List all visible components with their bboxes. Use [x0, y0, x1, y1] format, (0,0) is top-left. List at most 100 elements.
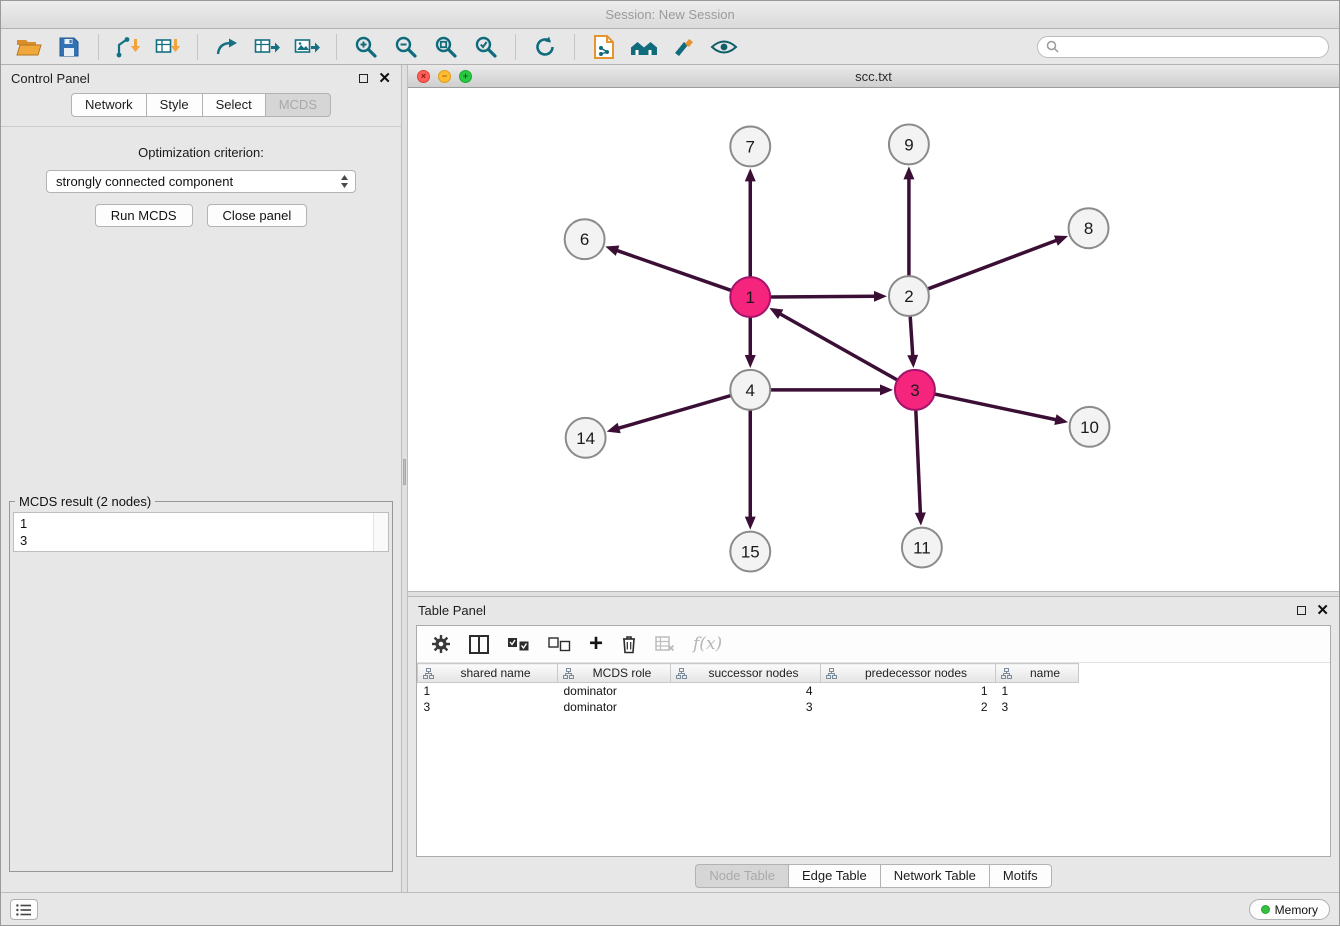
control-panel-title: Control Panel [11, 71, 90, 86]
column-header-successor-nodes[interactable]: successor nodes [671, 664, 821, 683]
network-canvas[interactable]: 7968124314101511 [408, 88, 1339, 591]
column-header-label: MCDS role [593, 666, 652, 680]
control-panel-tabs: NetworkStyleSelectMCDS [1, 91, 401, 127]
memory-button[interactable]: Memory [1249, 899, 1330, 920]
tab-network[interactable]: Network [71, 93, 147, 117]
edge-arrowhead-icon [1054, 235, 1068, 245]
criterion-select[interactable]: strongly connected component [46, 170, 356, 193]
maximize-window-icon[interactable]: + [459, 70, 472, 83]
graph-edge-1-2[interactable] [771, 296, 876, 297]
add-column-icon[interactable]: + [589, 634, 603, 654]
search-box[interactable] [1037, 36, 1329, 58]
table-cell: 1 [996, 683, 1079, 699]
edge-arrowhead-icon [907, 355, 918, 368]
graph-edge-3-1[interactable] [779, 313, 897, 379]
table-scroll-area[interactable]: shared name MCDS role successor nodes prede… [417, 663, 1330, 856]
tab-select[interactable]: Select [202, 93, 266, 117]
sort-icon [423, 668, 434, 682]
import-network-icon[interactable] [110, 32, 146, 62]
table-panel: Table Panel ✕ [408, 597, 1339, 892]
mcds-result-box: MCDS result (2 nodes) 13 [9, 494, 393, 872]
zoom-out-icon[interactable] [388, 32, 424, 62]
search-input[interactable] [1064, 40, 1320, 54]
edge-arrowhead-icon [745, 355, 756, 368]
memory-status-icon [1261, 905, 1270, 914]
sort-icon [563, 668, 574, 682]
table-cell: 4 [671, 683, 821, 699]
network-area: × − + scc.txt 7968124314101511 Table Pan… [408, 65, 1339, 892]
splitter-handle[interactable] [403, 459, 406, 485]
table-row[interactable]: 3dominator323 [418, 699, 1079, 715]
table-cell: 3 [418, 699, 558, 715]
panel-splitter[interactable] [401, 65, 408, 892]
delete-table-icon[interactable] [655, 636, 675, 652]
tab-network-table[interactable]: Network Table [880, 864, 990, 888]
settings-gear-icon[interactable] [431, 634, 451, 654]
edge-arrowhead-icon [915, 512, 926, 525]
node-table: shared name MCDS role successor nodes prede… [417, 663, 1079, 715]
sort-icon [826, 668, 837, 682]
task-history-button[interactable] [10, 899, 38, 920]
save-session-icon[interactable] [51, 32, 87, 62]
deselect-all-icon[interactable] [548, 637, 571, 652]
tab-mcds[interactable]: MCDS [265, 93, 331, 117]
network-document-icon[interactable] [586, 32, 622, 62]
export-network-icon[interactable] [209, 32, 245, 62]
export-image-icon[interactable] [289, 32, 325, 62]
minimize-window-icon[interactable]: − [438, 70, 451, 83]
main-toolbar [1, 29, 1339, 65]
function-builder-icon[interactable]: f(x) [693, 634, 722, 654]
column-header-MCDS-role[interactable]: MCDS role [558, 664, 671, 683]
eye-icon[interactable] [706, 32, 742, 62]
delete-icon[interactable] [621, 634, 637, 654]
close-panel-icon[interactable]: ✕ [378, 71, 391, 86]
result-scrollbar[interactable] [373, 513, 388, 551]
graph-edge-3-10[interactable] [935, 394, 1057, 420]
criterion-select-value: strongly connected component [56, 174, 233, 189]
open-file-icon[interactable] [11, 32, 47, 62]
graph-edge-3-11[interactable] [916, 411, 921, 515]
refresh-icon[interactable] [527, 32, 563, 62]
float-table-panel-icon[interactable] [1297, 606, 1306, 615]
close-window-icon[interactable]: × [417, 70, 430, 83]
graph-edge-1-6[interactable] [616, 250, 731, 290]
edge-arrowhead-icon [903, 166, 914, 179]
tab-edge-table[interactable]: Edge Table [788, 864, 881, 888]
style-brush-icon[interactable] [666, 32, 702, 62]
network-graph[interactable]: 7968124314101511 [408, 88, 1339, 591]
mcds-result-list[interactable]: 13 [13, 512, 389, 552]
mcds-buttons: Run MCDS Close panel [1, 204, 401, 227]
column-header-label: successor nodes [708, 666, 798, 680]
network-window: × − + scc.txt 7968124314101511 [408, 65, 1339, 591]
zoom-selected-icon[interactable] [468, 32, 504, 62]
select-all-icon[interactable] [507, 637, 530, 652]
graph-edge-2-8[interactable] [929, 240, 1058, 289]
column-header-label: predecessor nodes [865, 666, 967, 680]
graph-edge-2-3[interactable] [910, 317, 913, 357]
edge-arrowhead-icon [1054, 414, 1068, 425]
column-header-predecessor-nodes[interactable]: predecessor nodes [821, 664, 996, 683]
close-table-panel-icon[interactable]: ✕ [1316, 603, 1329, 618]
float-panel-icon[interactable] [359, 74, 368, 83]
column-header-name[interactable]: name [996, 664, 1079, 683]
export-table-icon[interactable] [249, 32, 285, 62]
table-header-row: shared name MCDS role successor nodes prede… [418, 664, 1079, 683]
zoom-in-icon[interactable] [348, 32, 384, 62]
window-titlebar: Session: New Session [1, 1, 1339, 29]
table-row[interactable]: 1dominator411 [418, 683, 1079, 699]
double-home-icon[interactable] [626, 32, 662, 62]
import-table-icon[interactable] [150, 32, 186, 62]
tab-motifs[interactable]: Motifs [989, 864, 1052, 888]
run-mcds-button[interactable]: Run MCDS [95, 204, 193, 227]
tab-style[interactable]: Style [146, 93, 203, 117]
close-panel-button[interactable]: Close panel [207, 204, 308, 227]
graph-node-label: 6 [580, 230, 589, 249]
graph-edge-4-14[interactable] [617, 396, 730, 429]
network-window-titlebar[interactable]: × − + scc.txt [408, 65, 1339, 88]
edge-arrowhead-icon [745, 168, 756, 181]
tab-node-table[interactable]: Node Table [695, 864, 789, 888]
graph-node-label: 11 [913, 539, 931, 558]
show-columns-icon[interactable] [469, 635, 489, 654]
column-header-shared-name[interactable]: shared name [418, 664, 558, 683]
zoom-fit-icon[interactable] [428, 32, 464, 62]
